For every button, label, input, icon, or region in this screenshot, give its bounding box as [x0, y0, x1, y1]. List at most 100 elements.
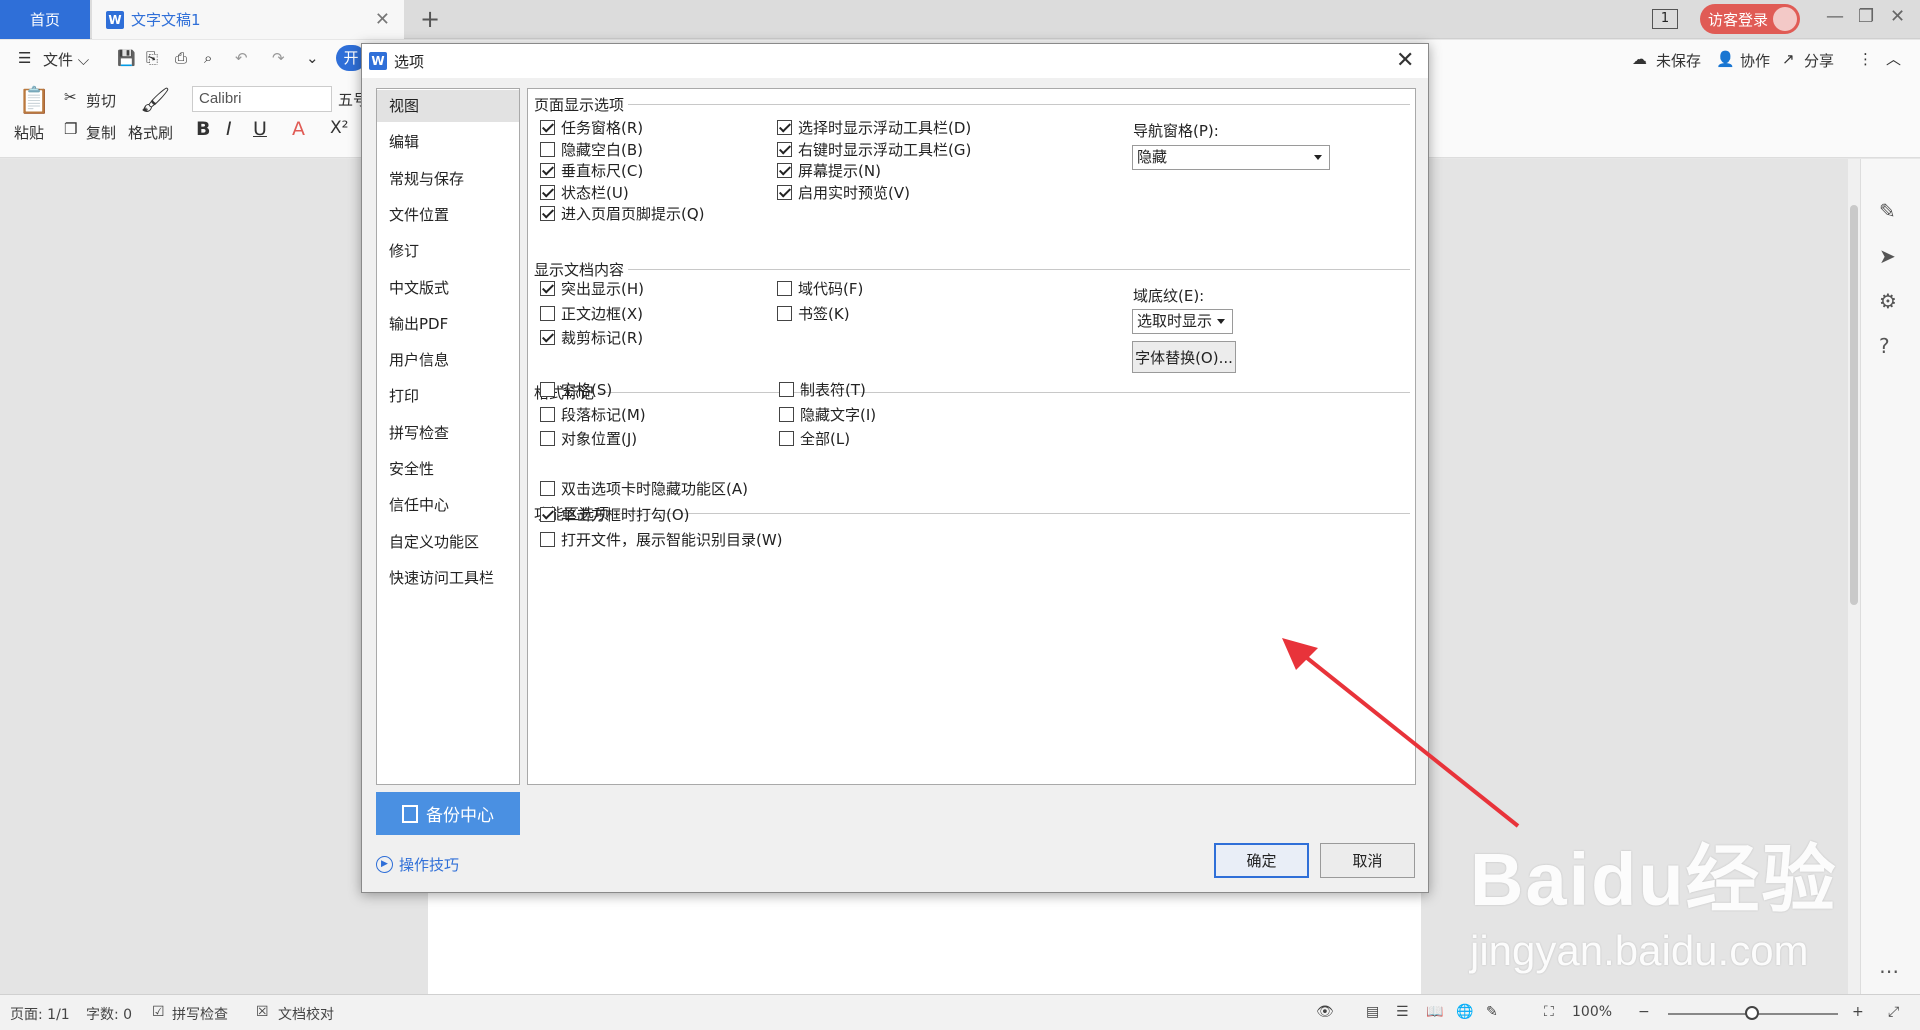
tab-document[interactable]: W 文字文稿1 ✕	[92, 0, 404, 39]
ok-button[interactable]: 确定	[1214, 843, 1309, 878]
option-checkbox[interactable]: 进入页眉页脚提示(Q)	[540, 203, 705, 224]
options-nav-item[interactable]: 中文版式	[377, 272, 519, 304]
spellcheck-button[interactable]: 拼写检查	[172, 1004, 228, 1024]
option-checkbox[interactable]: 空格(S)	[540, 379, 612, 400]
checkbox-icon[interactable]	[540, 481, 555, 496]
login-button[interactable]: 访客登录	[1700, 4, 1800, 34]
options-nav-item[interactable]: 编辑	[377, 126, 519, 158]
options-nav-item[interactable]: 信任中心	[377, 489, 519, 521]
option-checkbox[interactable]: 书签(K)	[777, 303, 850, 324]
copy-button[interactable]: 复制	[86, 122, 116, 143]
hamburger-icon[interactable]: ☰	[18, 49, 31, 67]
options-nav-item[interactable]: 快速访问工具栏	[377, 562, 519, 594]
print-preview-icon[interactable]: ⌕	[204, 49, 212, 67]
checkbox-icon[interactable]	[540, 163, 555, 178]
option-checkbox[interactable]: 全部(L)	[779, 428, 850, 449]
options-nav-item[interactable]: 自定义功能区	[377, 526, 519, 558]
reading-view-icon[interactable]: 📖	[1426, 1004, 1443, 1020]
options-nav-item[interactable]: 常规与保存	[377, 163, 519, 195]
option-checkbox[interactable]: 单击方框时打勾(O)	[540, 504, 690, 525]
options-nav-item[interactable]: 打印	[377, 380, 519, 412]
word-count[interactable]: 字数: 0	[86, 1004, 132, 1024]
web-view-icon[interactable]: 🌐	[1456, 1004, 1473, 1020]
options-nav-item[interactable]: 修订	[377, 235, 519, 267]
checkbox-icon[interactable]	[779, 406, 794, 422]
paste-icon[interactable]: 📋	[18, 86, 50, 116]
collapse-icon[interactable]: ︿	[1886, 48, 1901, 69]
options-nav-item[interactable]: 用户信息	[377, 344, 519, 376]
underline-button[interactable]: U	[253, 118, 267, 140]
option-checkbox[interactable]: 打开文件，展示智能识别目录(W)	[540, 529, 783, 550]
checkbox-icon[interactable]	[540, 431, 555, 446]
save-icon[interactable]: 💾	[117, 49, 136, 67]
cut-button[interactable]: 剪切	[86, 90, 116, 111]
font-substitution-button[interactable]: 字体替换(O)...	[1132, 341, 1236, 373]
font-color-button[interactable]: A	[292, 118, 305, 140]
bold-button[interactable]: B	[196, 118, 210, 140]
more-icon[interactable]: ⋮	[1858, 50, 1873, 68]
checkbox-icon[interactable]	[777, 141, 792, 157]
option-checkbox[interactable]: 段落标记(M)	[540, 404, 646, 425]
scrollbar-thumb[interactable]	[1850, 205, 1858, 605]
page-view-icon[interactable]: ▤	[1366, 1004, 1379, 1020]
undo-icon[interactable]: ↶	[235, 49, 248, 67]
option-checkbox[interactable]: 启用实时预览(V)	[777, 182, 910, 203]
new-tab-button[interactable]: +	[420, 5, 440, 33]
option-checkbox[interactable]: 状态栏(U)	[540, 182, 629, 203]
page-count[interactable]: 页面: 1/1	[10, 1004, 70, 1024]
option-checkbox[interactable]: 右键时显示浮动工具栏(G)	[777, 139, 971, 160]
checkbox-icon[interactable]	[777, 305, 792, 321]
document-page[interactable]	[428, 880, 1421, 995]
option-checkbox[interactable]: 双击选项卡时隐藏功能区(A)	[540, 478, 748, 499]
close-tab-icon[interactable]: ✕	[375, 9, 390, 30]
redo-icon[interactable]: ↷	[272, 49, 285, 67]
fit-icon[interactable]: ⛶	[1544, 1004, 1554, 1020]
italic-button[interactable]: I	[226, 118, 232, 140]
font-family-select[interactable]: Calibri	[192, 86, 332, 112]
cancel-button[interactable]: 取消	[1320, 843, 1415, 878]
option-checkbox[interactable]: 正文边框(X)	[540, 303, 643, 324]
option-checkbox[interactable]: 制表符(T)	[779, 379, 866, 400]
close-window-icon[interactable]: ✕	[1890, 6, 1905, 27]
tab-home[interactable]: 首页	[0, 0, 90, 39]
checkbox-icon[interactable]	[540, 206, 555, 221]
outline-view-icon[interactable]: ☰	[1396, 1004, 1409, 1020]
checkbox-icon[interactable]	[540, 406, 555, 422]
customize-icon[interactable]: ⌄	[306, 49, 319, 67]
nav-pane-select[interactable]: 隐藏	[1132, 145, 1330, 170]
options-nav-item[interactable]: 文件位置	[377, 199, 519, 231]
pen-icon[interactable]: ✎	[1879, 199, 1896, 223]
file-menu[interactable]: 文件 ⌵	[43, 49, 89, 70]
option-checkbox[interactable]: 隐藏空白(B)	[540, 139, 643, 160]
checkbox-icon[interactable]	[540, 120, 555, 135]
page-indicator[interactable]: 1	[1652, 9, 1678, 29]
checkbox-icon[interactable]	[777, 184, 792, 200]
scissors-icon[interactable]: ✂	[64, 88, 77, 106]
checkbox-icon[interactable]	[540, 382, 555, 397]
option-checkbox[interactable]: 隐藏文字(I)	[779, 404, 876, 425]
option-checkbox[interactable]: 垂直标尺(C)	[540, 160, 643, 181]
superscript-button[interactable]: X²	[330, 118, 348, 138]
expand-icon[interactable]: ⤢	[1888, 1004, 1899, 1020]
minimize-icon[interactable]: —	[1826, 6, 1844, 27]
options-nav-item[interactable]: 安全性	[377, 453, 519, 485]
checkbox-icon[interactable]	[540, 184, 555, 200]
option-checkbox[interactable]: 任务窗格(R)	[540, 117, 643, 138]
dialog-close-icon[interactable]: ✕	[1396, 48, 1414, 73]
checkbox-icon[interactable]	[779, 382, 794, 397]
zoom-out-icon[interactable]: −	[1638, 1004, 1650, 1020]
options-nav-item[interactable]: 拼写检查	[377, 417, 519, 449]
format-painter-button[interactable]: 格式刷	[128, 122, 173, 143]
collab-button[interactable]: 协作	[1740, 50, 1770, 71]
options-nav-item[interactable]: 视图	[377, 90, 519, 122]
field-shading-select[interactable]: 选取时显示	[1132, 309, 1233, 334]
pointer-icon[interactable]: ➤	[1879, 244, 1896, 268]
checkbox-icon[interactable]	[540, 330, 555, 345]
checkbox-icon[interactable]	[777, 163, 792, 178]
zoom-slider-handle[interactable]	[1745, 1006, 1759, 1020]
checkbox-icon[interactable]	[540, 305, 555, 321]
checkbox-icon[interactable]	[540, 141, 555, 157]
help-icon[interactable]: ?	[1879, 334, 1890, 358]
print-icon[interactable]: ⎙	[175, 49, 187, 67]
write-view-icon[interactable]: ✎	[1486, 1004, 1498, 1020]
